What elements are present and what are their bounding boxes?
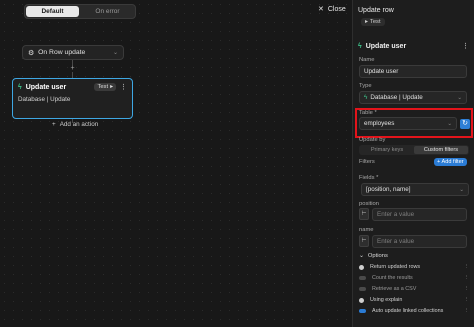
variable-icon[interactable]: ⊢: [359, 235, 369, 247]
trigger-icon: ⚙: [28, 49, 35, 57]
option-count-results[interactable]: Count the results ⋮: [359, 275, 469, 281]
name-field-input[interactable]: Enter a value: [372, 235, 467, 248]
add-action-button[interactable]: + Add an action: [52, 121, 98, 128]
chevron-down-icon: ⌄: [359, 253, 364, 259]
filters-label: Filters: [359, 159, 375, 165]
more-icon[interactable]: ⋮: [120, 83, 127, 91]
option-return-updated-rows[interactable]: Return updated rows ⋮: [359, 264, 469, 270]
more-icon[interactable]: ⋮: [464, 275, 469, 281]
option-auto-update-linked[interactable]: Auto update linked collections ⋮: [359, 308, 469, 314]
play-icon: ▸: [110, 84, 113, 90]
type-select[interactable]: ϟ Database | Update ⌄: [359, 91, 467, 104]
add-filter-button[interactable]: + Add filter: [434, 158, 467, 166]
test-button-label: Test: [97, 84, 109, 90]
type-select-value: Database | Update: [370, 94, 423, 101]
name-input-value: Update user: [364, 68, 399, 75]
more-icon[interactable]: ⋮: [464, 297, 469, 303]
option-label: Retrieve as a CSV: [372, 286, 417, 292]
toggle-off-icon: [359, 287, 366, 291]
action-node-subtitle: Database | Update: [18, 96, 71, 103]
test-badge-label: Test: [369, 19, 381, 25]
close-button[interactable]: ✕ Close: [318, 5, 346, 14]
option-label: Using explain: [370, 297, 403, 303]
update-by-toggle[interactable]: Primary keys Custom filters: [359, 145, 469, 155]
position-input[interactable]: Enter a value: [372, 208, 467, 221]
tab-default[interactable]: Default: [26, 6, 79, 17]
lightning-icon: ϟ: [364, 94, 368, 101]
fields-select[interactable]: [position, name] ⌄: [361, 183, 469, 196]
plus-icon: +: [52, 121, 56, 128]
step-card-header: ϟ Update user ⋮: [355, 40, 471, 52]
close-icon: ✕: [318, 6, 324, 13]
action-node-title: Update user: [25, 83, 67, 91]
lightning-icon: ϟ: [18, 83, 22, 91]
lightning-icon: ϟ: [358, 42, 362, 50]
add-action-label: Add an action: [59, 121, 99, 128]
test-badge[interactable]: ▸ Test: [361, 18, 385, 26]
highlight-box: [355, 108, 473, 138]
more-icon[interactable]: ⋮: [464, 308, 469, 314]
more-icon[interactable]: ⋮: [464, 264, 469, 270]
option-primary-keys[interactable]: Primary keys: [360, 146, 414, 154]
fields-select-value: [position, name]: [366, 186, 411, 193]
tab-on-error[interactable]: On error: [81, 6, 134, 17]
type-label: Type: [359, 83, 372, 89]
name-field-placeholder: Enter a value: [377, 238, 415, 245]
options-label: Options: [367, 253, 388, 259]
close-label: Close: [327, 5, 346, 13]
position-placeholder: Enter a value: [377, 211, 415, 218]
more-icon[interactable]: ⋮: [462, 42, 471, 50]
option-using-explain[interactable]: Using explain ⋮: [359, 297, 469, 303]
test-button[interactable]: Test ▸: [94, 83, 116, 91]
update-by-label: Update by: [359, 137, 386, 143]
play-icon: ▸: [365, 19, 368, 25]
chevron-down-icon: ⌄: [457, 94, 462, 101]
branch-tabs: Default On error: [24, 4, 136, 19]
chevron-down-icon[interactable]: ⌄: [113, 49, 118, 56]
toggle-off-icon: [359, 276, 366, 280]
trigger-node[interactable]: ⚙ On Row update ⌄: [22, 45, 124, 60]
add-step-plus-icon[interactable]: +: [69, 65, 76, 72]
step-card-title: Update user: [365, 42, 407, 50]
option-label: Count the results: [372, 275, 413, 281]
name-input[interactable]: Update user: [359, 65, 467, 78]
trigger-node-label: On Row update: [38, 49, 86, 56]
toggle-on-icon: [359, 297, 364, 303]
option-label: Auto update linked collections: [372, 308, 444, 314]
action-node-update-user[interactable]: ϟ Update user Test ▸ ⋮ Database | Update: [12, 78, 133, 119]
panel-title: Update row: [358, 7, 394, 14]
name-label: Name: [359, 57, 375, 63]
more-icon[interactable]: ⋮: [464, 286, 469, 292]
position-label: position: [359, 201, 379, 207]
option-retrieve-csv[interactable]: Retrieve as a CSV ⋮: [359, 286, 469, 292]
options-header[interactable]: ⌄ Options: [359, 253, 388, 259]
option-custom-filters[interactable]: Custom filters: [414, 146, 468, 154]
name-field-label: name: [359, 227, 374, 233]
toggle-on-icon: [359, 309, 366, 313]
fields-label: Fields *: [359, 175, 379, 181]
variable-icon[interactable]: ⊢: [359, 208, 369, 220]
option-label: Return updated rows: [370, 264, 421, 270]
toggle-on-icon: [359, 264, 364, 270]
chevron-down-icon: ⌄: [459, 186, 464, 193]
